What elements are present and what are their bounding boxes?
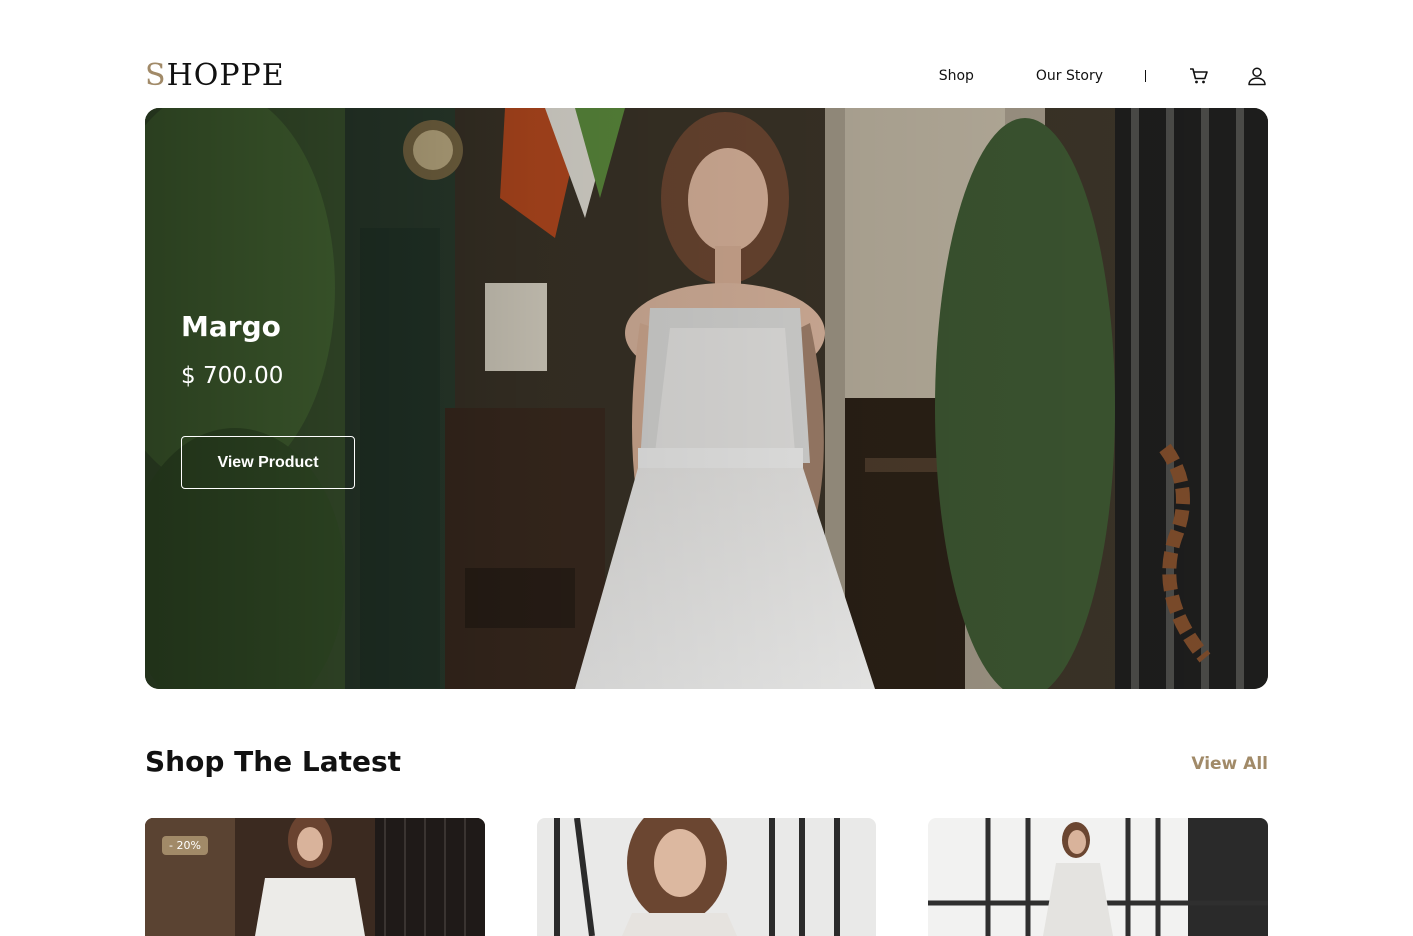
- nav-divider: [1145, 70, 1146, 82]
- hero-product-title: Margo: [181, 310, 281, 343]
- nav-shop-link[interactable]: Shop: [939, 68, 974, 84]
- product-card[interactable]: [928, 818, 1268, 936]
- product-image: [928, 818, 1268, 936]
- logo-accent-letter: S: [145, 58, 167, 93]
- logo[interactable]: SHOPPE: [145, 58, 285, 94]
- cart-icon[interactable]: [1188, 65, 1210, 87]
- hero-image: [145, 108, 1268, 689]
- main-nav: Shop Our Story: [939, 58, 1268, 94]
- site-header: SHOPPE Shop Our Story: [145, 58, 1268, 94]
- nav-our-story-link[interactable]: Our Story: [1036, 68, 1103, 84]
- user-icon[interactable]: [1246, 65, 1268, 87]
- view-product-button[interactable]: View Product: [181, 436, 355, 489]
- product-card[interactable]: - 20%: [145, 818, 485, 936]
- view-all-link[interactable]: View All: [1191, 754, 1268, 774]
- discount-badge: - 20%: [162, 836, 208, 855]
- hero-banner: Margo $ 700.00 View Product: [145, 108, 1268, 689]
- logo-text: HOPPE: [166, 58, 285, 93]
- product-image: [537, 818, 876, 936]
- product-card[interactable]: [537, 818, 876, 936]
- section-title: Shop The Latest: [145, 745, 402, 778]
- hero-product-price: $ 700.00: [181, 363, 284, 389]
